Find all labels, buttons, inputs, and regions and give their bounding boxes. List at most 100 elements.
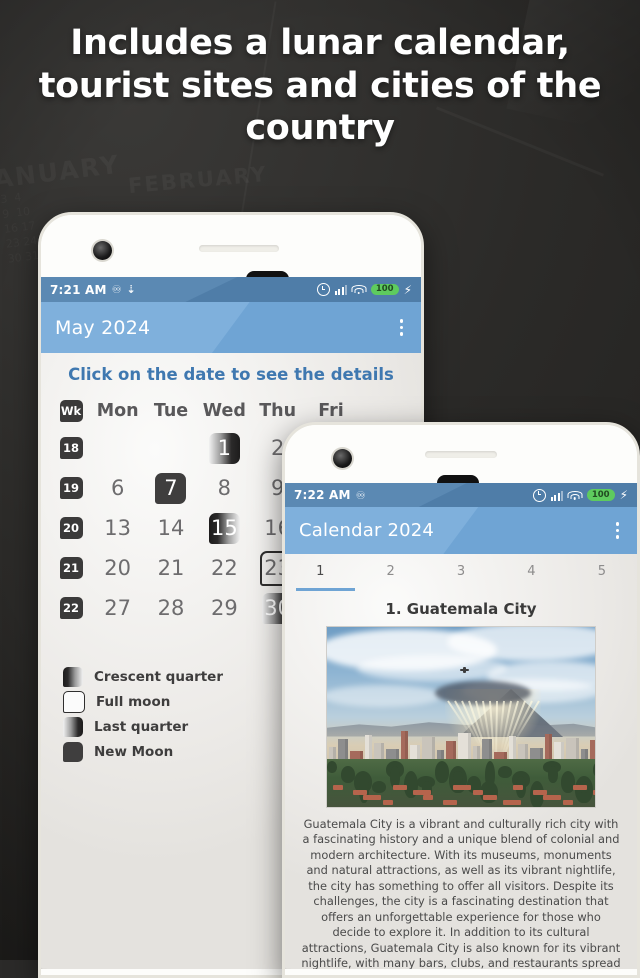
alarm-icon [533, 488, 547, 502]
day-name-wed: Wed [202, 401, 246, 421]
photo-tree [327, 760, 337, 773]
phone2-app-bar: Calendar 2024 [285, 507, 637, 554]
photo-tree [372, 780, 386, 793]
more-options-icon[interactable] [612, 518, 624, 543]
status-bar-left: 7:22 AM ♾ [294, 488, 366, 502]
photo-tree [484, 760, 495, 788]
photo-cloud [327, 684, 442, 707]
do-not-disturb-icon: ♾ [355, 488, 366, 502]
wifi-icon [351, 284, 367, 295]
headline-text: Includes a lunar calendar, tourist sites… [38, 23, 602, 149]
tab-2[interactable]: 2 [355, 564, 425, 579]
calendar-day-cell[interactable]: 14 [144, 516, 197, 540]
calendar-day-number: 27 [104, 596, 132, 620]
calendar-day-cell[interactable]: 27 [91, 596, 144, 620]
charging-bolt-icon: ⚡ [619, 488, 628, 502]
moon-phase-swatch [63, 716, 83, 737]
calendar-day-cell[interactable]: 15 [198, 512, 251, 544]
calendar-day-number: 1 [217, 436, 231, 460]
day-name-mon: Mon [96, 401, 139, 421]
battery-icon: 100 [586, 489, 615, 501]
app-bar-diagonal-shade [212, 302, 421, 353]
photo-rooftop [513, 784, 523, 790]
phone2-status-bar: 7:22 AM ♾ 100 ⚡ [285, 483, 637, 507]
calendar-day-cell[interactable]: 20 [91, 556, 144, 580]
photo-rooftop [543, 794, 561, 800]
calendar-day-number: 22 [210, 556, 238, 580]
calendar-day-cell[interactable]: 1 [198, 432, 251, 464]
phone2-screen: 7:22 AM ♾ 100 ⚡ Calendar 2024 12345 1. G… [285, 483, 637, 969]
week-number-badge: 21 [59, 557, 83, 579]
calendar-day-cell[interactable]: 7 [144, 472, 197, 504]
photo-treeline [327, 758, 595, 807]
calendar-day-number: 14 [157, 516, 185, 540]
calendar-day-cell[interactable]: 29 [198, 596, 251, 620]
calendar-day-number: 6 [110, 476, 125, 500]
photo-cloud [357, 654, 507, 681]
front-camera-icon [93, 241, 112, 260]
photo-tree [453, 770, 463, 783]
week-number-badge: 20 [59, 517, 83, 539]
legend-item-label: Crescent quarter [94, 668, 223, 685]
poi-title: 1. Guatemala City [385, 599, 537, 618]
page-title: Calendar 2024 [299, 520, 435, 541]
week-number-badge: 19 [59, 477, 83, 499]
tab-3[interactable]: 3 [426, 564, 496, 579]
status-bar-right: 100 ⚡ [533, 488, 628, 502]
phone-mockup-tourist-sites: 7:22 AM ♾ 100 ⚡ Calendar 2024 12345 1. G… [282, 422, 640, 978]
calendar-day-cell[interactable]: 28 [144, 596, 197, 620]
calendar-day-cell[interactable]: 8 [198, 476, 251, 500]
tab-bar: 12345 [285, 554, 637, 588]
calendar-day-number: 20 [104, 556, 132, 580]
week-number-badge: 22 [59, 597, 83, 619]
signal-icon [551, 490, 563, 501]
photo-rooftop [423, 794, 433, 800]
earpiece-speaker [425, 451, 497, 458]
status-bar-right: 100 ⚡ [317, 283, 412, 296]
tab-5[interactable]: 5 [567, 564, 637, 579]
calendar-day-cell[interactable]: 21 [144, 556, 197, 580]
photo-rooftop [443, 799, 457, 805]
status-bar-left: 7:21 AM ♾ ⇣ [50, 283, 136, 297]
legend-item-label: Last quarter [94, 718, 189, 735]
photo-rooftop [353, 789, 367, 795]
battery-icon: 100 [370, 283, 399, 296]
photo-tree [592, 760, 595, 778]
photo-rooftop [533, 789, 547, 795]
calendar-day-cell[interactable]: 13 [91, 516, 144, 540]
phone1-app-bar: May 2024 [41, 302, 421, 353]
moon-phase-swatch [63, 690, 85, 713]
phone1-bezel [41, 215, 421, 287]
wifi-icon [567, 490, 583, 501]
guatemala-city-skyline-photo [326, 625, 596, 808]
photo-rooftop [363, 794, 381, 800]
front-camera-icon [333, 449, 352, 468]
photo-rooftop [383, 799, 393, 805]
photo-rooftop [473, 789, 483, 795]
photo-rooftop [483, 794, 497, 800]
photo-rooftop [593, 789, 595, 795]
more-options-icon[interactable] [396, 315, 408, 340]
poi-description: Guatemala City is a vibrant and cultural… [301, 816, 621, 970]
calendar-day-cell[interactable]: 22 [198, 556, 251, 580]
calendar-day-number: 7 [164, 476, 178, 500]
legend-item-label: Full moon [96, 693, 171, 710]
download-icon: ⇣ [126, 283, 136, 296]
calendar-day-cell[interactable]: 6 [91, 476, 144, 500]
phone1-status-bar: 7:21 AM ♾ ⇣ 100 ⚡ [41, 277, 421, 302]
charging-bolt-icon: ⚡ [403, 282, 412, 297]
tab-4[interactable]: 4 [496, 564, 566, 579]
tab-1[interactable]: 1 [285, 564, 355, 579]
photo-rooftop [573, 784, 587, 790]
photo-rooftop [413, 789, 431, 795]
week-column-header: Wk [59, 400, 83, 422]
week-number-badge: 18 [59, 437, 83, 459]
app-bar-diagonal-shade [443, 507, 637, 554]
day-name-tue: Tue [153, 401, 189, 421]
page-title: May 2024 [55, 316, 151, 339]
calendar-day-number: 8 [217, 476, 231, 500]
day-name-thu: Thu [259, 401, 297, 421]
status-bar-clock: 7:22 AM [294, 488, 351, 502]
photo-tree [340, 765, 355, 783]
signal-icon [335, 284, 347, 295]
